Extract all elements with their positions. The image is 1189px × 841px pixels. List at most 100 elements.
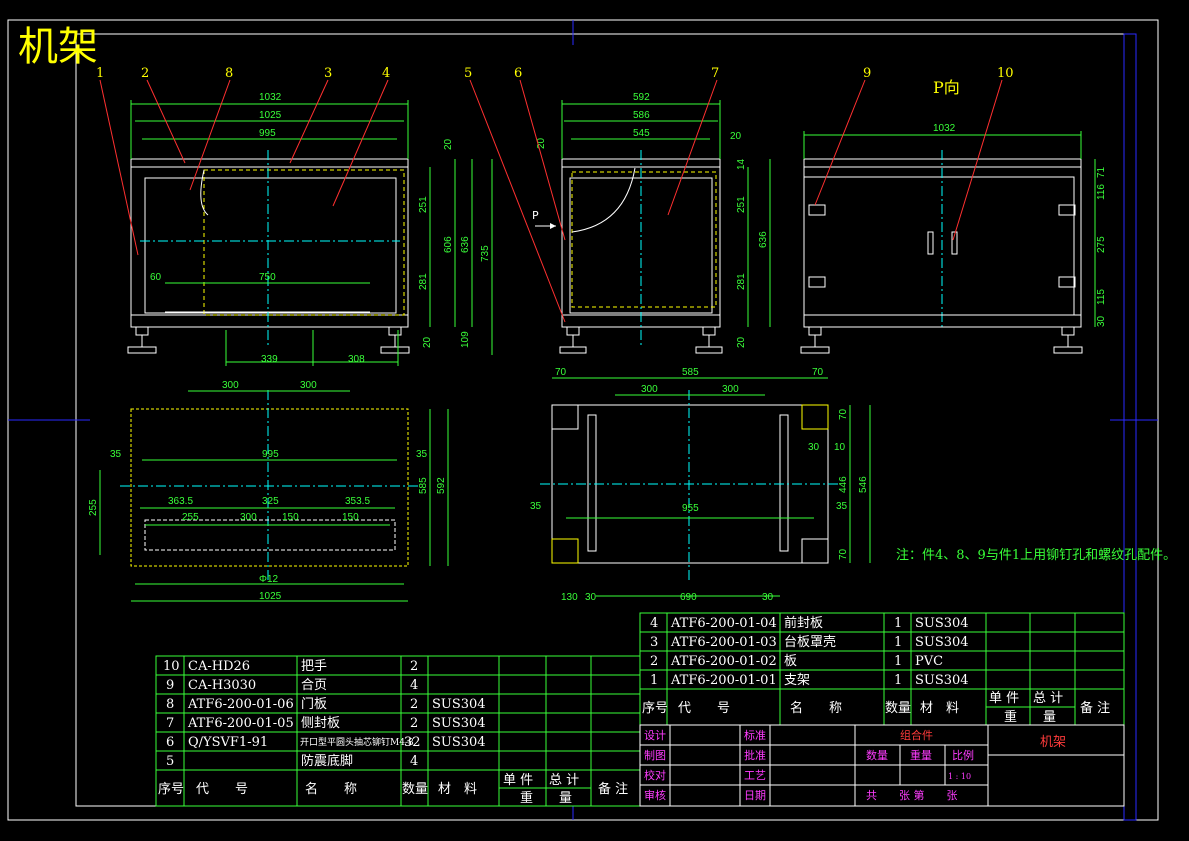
tb-check: 校对 xyxy=(644,768,666,782)
dim-pr-70c: 70 xyxy=(838,408,849,420)
dim-pr-955: 955 xyxy=(682,503,699,514)
assembly-note: 注：件4、8、9与件1上用铆钉孔和螺纹孔配件。 xyxy=(896,548,1176,563)
bom-l-no-6: 6 xyxy=(166,735,174,750)
bom-l-qty-8: 2 xyxy=(410,697,418,712)
dim-pl-150a: 300 xyxy=(240,512,257,523)
bom-l-no-9: 9 xyxy=(166,678,174,693)
leader-lines xyxy=(99,79,1003,323)
dim-pl-150b: 150 xyxy=(282,512,299,523)
drawing-canvas: 机架 1032 1025 995 251 281 606 636 735 109… xyxy=(7,19,1176,821)
bom-r-h-remark: 备 注 xyxy=(1080,700,1110,716)
dim-sv-636: 636 xyxy=(758,231,769,248)
balloon-2: 2 xyxy=(141,66,149,81)
dim-fv-1025: 1025 xyxy=(259,110,282,121)
dim-pr-130: 130 xyxy=(561,592,578,603)
dim-fv-1032: 1032 xyxy=(259,92,282,103)
p-view xyxy=(800,131,1096,354)
dim-pr-690: 690 xyxy=(680,592,697,603)
bom-r-mat-4: SUS304 xyxy=(915,616,969,631)
dim-pl-300d: 150 xyxy=(342,512,359,523)
bom-l-mat-6: SUS304 xyxy=(432,735,486,750)
tb-std: 标准 xyxy=(744,728,766,742)
dim-pv-115: 115 xyxy=(1096,289,1107,305)
dim-pr-70b: 70 xyxy=(812,367,824,378)
bom-r-h-unit: 单 件 xyxy=(989,691,1019,706)
bom-l-no-8: 8 xyxy=(166,697,174,712)
bom-r-name-1: 支架 xyxy=(784,673,810,688)
bom-r-h-mat: 材 料 xyxy=(920,701,959,716)
dim-pr-300b: 300 xyxy=(722,384,739,395)
dim-sv-20c: 20 xyxy=(736,336,747,348)
frame-edge xyxy=(1123,33,1137,821)
bom-r-mat-2: PVC xyxy=(915,654,943,669)
dim-pl-300b: 300 xyxy=(300,380,317,391)
balloon-7: 7 xyxy=(711,66,719,81)
bom-r-qty-4: 1 xyxy=(894,616,902,631)
dim-fv-606: 606 xyxy=(443,236,454,253)
bom-l-h-remark: 备 注 xyxy=(598,781,628,797)
dim-pr-30b: 30 xyxy=(585,592,597,603)
bom-r-mat-3: SUS304 xyxy=(915,635,969,650)
dim-pr-30: 30 xyxy=(808,442,820,453)
tb-review: 审核 xyxy=(644,788,666,802)
bom-l-no-7: 7 xyxy=(166,716,174,731)
bom-l-name-9: 合页 xyxy=(301,678,327,693)
tb-design: 设计 xyxy=(644,729,666,742)
dim-pv-116: 116 xyxy=(1096,184,1107,200)
dim-pl-300c: 255 xyxy=(182,512,199,523)
dim-pr-35a: 35 xyxy=(530,501,542,512)
bom-l-code-10: CA-HD26 xyxy=(188,659,250,674)
bom-l-h-total: 总 计 xyxy=(549,773,579,788)
dim-fv-308: 308 xyxy=(348,354,365,365)
dim-pl-1025: Φ12 xyxy=(259,574,279,585)
bom-r-mat-1: SUS304 xyxy=(915,673,969,688)
bom-r-no-2: 2 xyxy=(650,654,658,669)
arrow-p-label: P xyxy=(532,209,539,222)
drawing-title: 机架 xyxy=(18,24,98,70)
bom-l-name-7: 侧封板 xyxy=(301,716,340,731)
bom-r-no-1: 1 xyxy=(650,673,658,688)
balloon-5: 5 xyxy=(464,66,472,81)
bom-r-h-total: 总 计 xyxy=(1033,691,1063,706)
dim-sv-592: 592 xyxy=(633,92,650,103)
bom-l-qty-9: 4 xyxy=(410,678,418,693)
bom-r-name-4: 前封板 xyxy=(784,615,823,631)
balloon-8: 8 xyxy=(225,66,233,81)
tb-draw: 制图 xyxy=(644,749,666,762)
bom-r-code-3: ATF6-200-01-03 xyxy=(670,635,777,650)
dim-pv-30: 30 xyxy=(1096,315,1107,327)
bom-r-h-weight: 重 量 xyxy=(1004,709,1056,725)
dim-fv-750: 750 xyxy=(259,272,276,283)
bom-r-h-code: 代 号 xyxy=(678,701,730,716)
dim-pr-546: 546 xyxy=(858,476,869,493)
dim-fv-735: 735 xyxy=(480,245,491,262)
bom-l-name-10: 把手 xyxy=(301,659,327,674)
dim-pr-70a: 70 xyxy=(555,367,567,378)
bom-r-code-1: ATF6-200-01-01 xyxy=(670,673,777,688)
dim-pv-71: 71 xyxy=(1096,166,1107,178)
bom-l-qty-10: 2 xyxy=(410,659,418,674)
dim-pl-585: 585 xyxy=(418,477,429,494)
bom-l-code-6: Q/YSVF1-91 xyxy=(188,735,268,750)
dim-fv-251: 251 xyxy=(418,196,429,213)
dim-pl-35a: 35 xyxy=(110,449,122,460)
dim-pl-300a: 300 xyxy=(222,380,239,391)
bom-l-no-5: 5 xyxy=(166,754,174,769)
dim-fv-20a: 20 xyxy=(443,138,454,150)
bom-l-h-weight: 重 量 xyxy=(520,790,572,806)
bom-l-qty-5: 4 xyxy=(410,754,418,769)
dim-pv-1032: 1032 xyxy=(933,123,956,134)
tb-qty: 数量 xyxy=(866,749,888,762)
bom-r-no-3: 3 xyxy=(650,635,658,650)
bom-r-code-2: ATF6-200-01-02 xyxy=(670,654,777,669)
front-view xyxy=(127,100,493,366)
dim-pl-995: 995 xyxy=(262,449,279,460)
dim-fv-636: 636 xyxy=(460,236,471,253)
dim-sv-281: 281 xyxy=(736,273,747,290)
dim-pr-30c: 30 xyxy=(762,592,774,603)
balloon-6: 6 xyxy=(514,66,522,81)
dim-fv-109: 109 xyxy=(460,331,471,348)
bom-r-name-3: 台板罩壳 xyxy=(784,635,836,650)
bom-l-h-no: 序号 xyxy=(158,782,184,797)
dim-pl-353: 353.5 xyxy=(345,496,370,507)
